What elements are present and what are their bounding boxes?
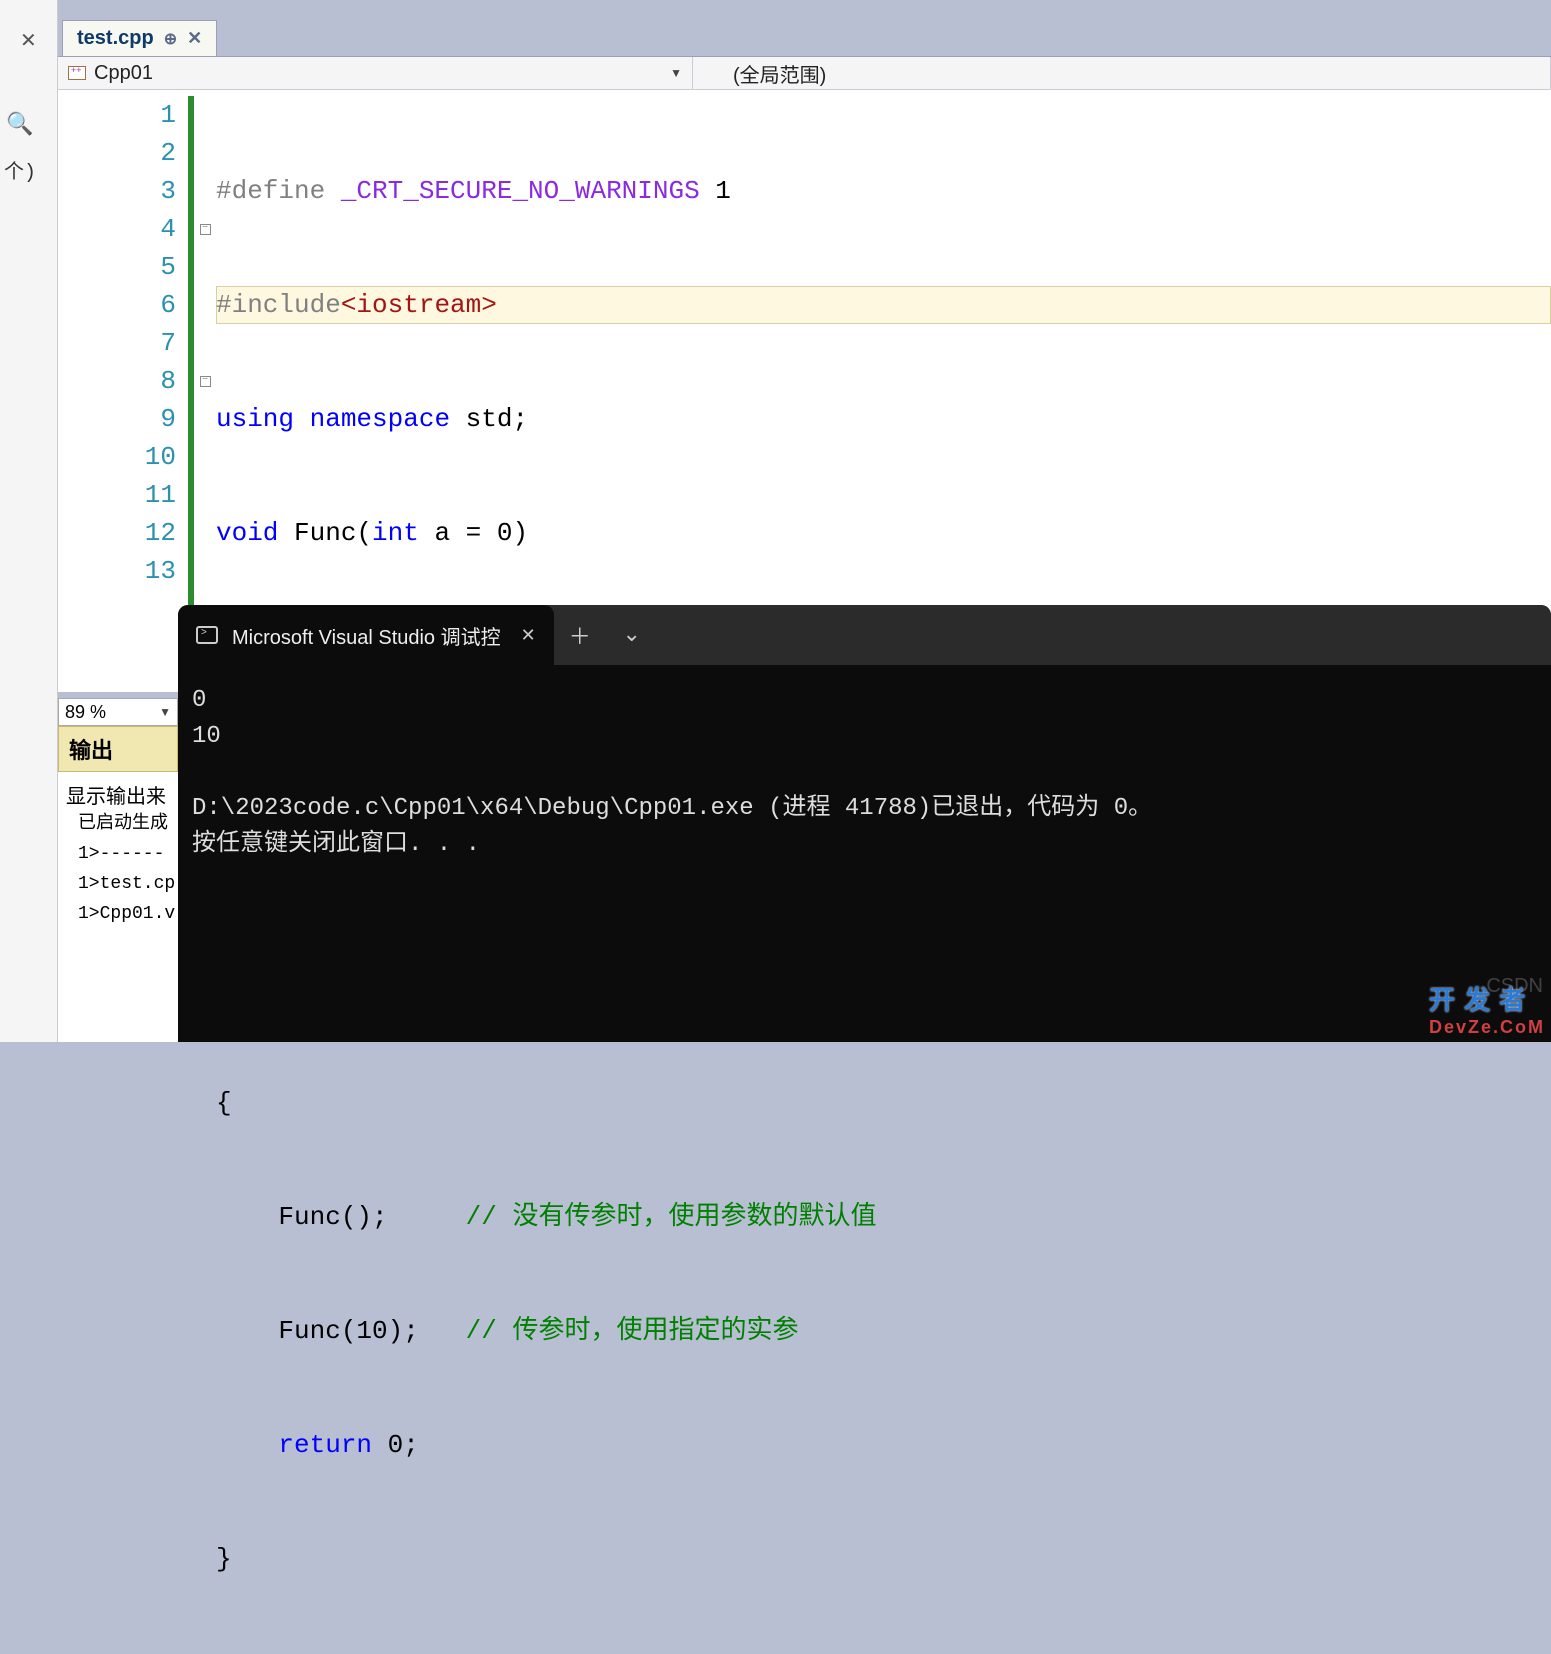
terminal-icon <box>196 626 218 644</box>
code-line: #include<iostream> <box>216 286 1551 324</box>
line-number: 6 <box>58 286 176 324</box>
chevron-down-icon: ▼ <box>159 705 171 719</box>
code-line: using namespace std; <box>216 400 1551 438</box>
line-number: 7 <box>58 324 176 362</box>
line-number: 4 <box>58 210 176 248</box>
close-icon[interactable]: ✕ <box>20 28 37 54</box>
scope-label: (全局范围) <box>733 59 826 88</box>
tab-filename: test.cpp <box>77 27 154 50</box>
output-panel: 输出 显示输出来 已启动生成 1>------ 1>test.cp 1>Cpp0… <box>58 726 178 1042</box>
tab-close-icon[interactable]: ✕ <box>187 28 202 49</box>
watermark-devze: 开 发 者 DevZe.CoM <box>1429 980 1545 1038</box>
new-tab-button[interactable]: ＋ <box>554 605 606 665</box>
output-source-label: 显示输出来 <box>58 772 178 809</box>
fold-toggle-icon[interactable]: − <box>200 224 211 235</box>
code-line: } <box>216 1540 1551 1578</box>
terminal-line: 10 <box>192 723 221 750</box>
line-number: 1 <box>58 96 176 134</box>
line-number: 12 <box>58 514 176 552</box>
line-number: 9 <box>58 400 176 438</box>
line-number: 8 <box>58 362 176 400</box>
project-name: Cpp01 <box>94 62 153 85</box>
scope-dropdown[interactable]: (全局范围) <box>693 57 1551 89</box>
terminal-tab-title: Microsoft Visual Studio 调试控 <box>232 621 501 650</box>
fold-toggle-icon[interactable]: − <box>200 376 211 387</box>
output-log: 已启动生成 1>------ 1>test.cp 1>Cpp01.v <box>58 809 178 929</box>
terminal-output[interactable]: 0 10 D:\2023code.c\Cpp01\x64\Debug\Cpp01… <box>178 665 1551 881</box>
output-line: 1>------ <box>78 839 178 869</box>
search-icon[interactable]: 🔍 <box>6 112 33 138</box>
zoom-selector[interactable]: 89 % ▼ <box>58 698 178 726</box>
code-line: #define _CRT_SECURE_NO_WARNINGS 1 <box>216 172 1551 210</box>
tab-close-icon[interactable]: ✕ <box>521 625 536 646</box>
code-line: Func(10); // 传参时，使用指定的实参 <box>216 1312 1551 1350</box>
terminal-line: D:\2023code.c\Cpp01\x64\Debug\Cpp01.exe … <box>192 795 1152 822</box>
cpp-project-icon <box>68 66 86 80</box>
output-line: 1>Cpp01.v <box>78 899 178 929</box>
code-line: return 0; <box>216 1426 1551 1464</box>
line-number: 3 <box>58 172 176 210</box>
project-dropdown[interactable]: Cpp01 ▼ <box>58 57 693 89</box>
pin-icon[interactable]: ⊕ <box>164 29 177 49</box>
fold-column: − − <box>194 90 216 692</box>
output-line: 已启动生成 <box>78 809 178 839</box>
code-line: { <box>216 1084 1551 1122</box>
code-line: void Func(int a = 0) <box>216 514 1551 552</box>
line-number: 5 <box>58 248 176 286</box>
output-panel-title[interactable]: 输出 <box>58 726 178 772</box>
document-tab-bar: test.cpp ⊕ ✕ <box>58 18 1551 56</box>
output-line: 1>test.cp <box>78 869 178 899</box>
terminal-tab[interactable]: Microsoft Visual Studio 调试控 ✕ <box>178 605 554 665</box>
left-count-label: 个) <box>4 155 36 185</box>
line-number: 11 <box>58 476 176 514</box>
code-line: Func(); // 没有传参时，使用参数的默认值 <box>216 1198 1551 1236</box>
line-number: 13 <box>58 552 176 590</box>
left-sidebar: ✕ 🔍 个) <box>0 0 58 1042</box>
line-number-gutter: 1 2 3 4 5 6 7 8 9 10 11 12 13 <box>58 90 188 692</box>
line-number: 10 <box>58 438 176 476</box>
terminal-line: 0 <box>192 687 206 714</box>
dropdown-button[interactable]: ⌄ <box>606 605 658 665</box>
terminal-line: 按任意键关闭此窗口. . . <box>192 831 480 858</box>
code-editor[interactable]: 1 2 3 4 5 6 7 8 9 10 11 12 13 − − #defin… <box>58 90 1551 692</box>
code-area[interactable]: #define _CRT_SECURE_NO_WARNINGS 1 #inclu… <box>216 90 1551 692</box>
line-number: 2 <box>58 134 176 172</box>
navigation-dropdown-bar: Cpp01 ▼ (全局范围) <box>58 56 1551 90</box>
terminal-titlebar[interactable]: Microsoft Visual Studio 调试控 ✕ ＋ ⌄ <box>178 605 1551 665</box>
debug-console-window: Microsoft Visual Studio 调试控 ✕ ＋ ⌄ 0 10 D… <box>178 605 1551 1042</box>
chevron-down-icon: ▼ <box>670 66 682 80</box>
zoom-value: 89 % <box>65 702 106 723</box>
file-tab[interactable]: test.cpp ⊕ ✕ <box>62 20 217 56</box>
